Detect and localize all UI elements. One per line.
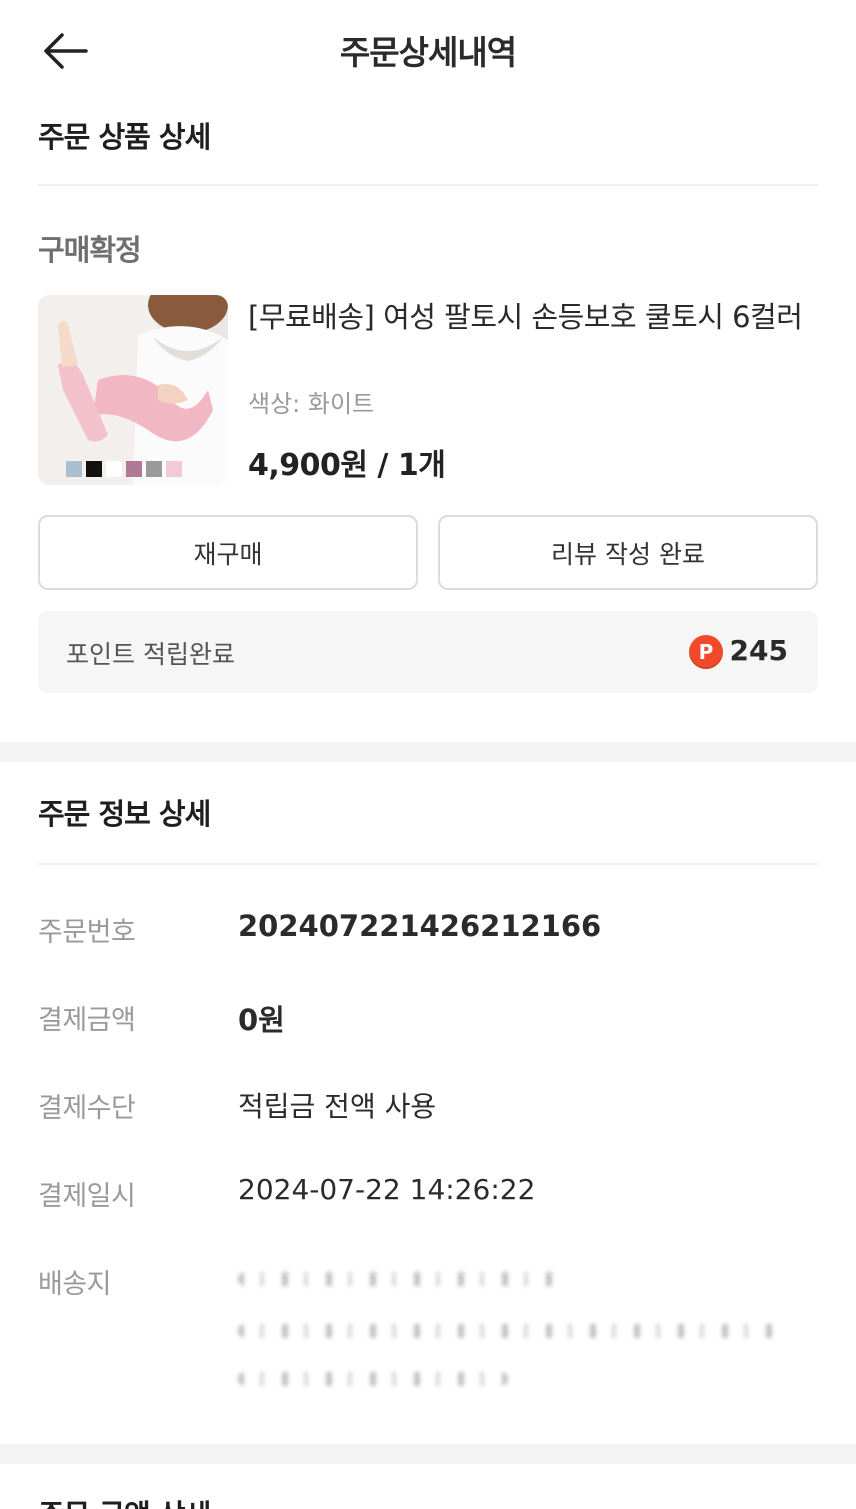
product-name[interactable]: [무료배송] 여성 팔토시 손등보호 쿨토시 6컬러: [248, 296, 808, 339]
product-option: 색상: 화이트: [248, 390, 375, 418]
payment-amount-value: 0원: [238, 1003, 285, 1037]
order-amount-title: 주문 금액 상세: [38, 1492, 211, 1509]
product-price-quantity: 4,900원 / 1개: [248, 448, 446, 483]
shipping-address-label: 배송지: [38, 1269, 112, 1300]
redacted-address-line: [238, 1372, 508, 1386]
order-info-title: 주문 정보 상세: [38, 797, 211, 831]
review-complete-button[interactable]: 리뷰 작성 완료: [438, 515, 818, 590]
section-separator: [0, 742, 856, 762]
payment-date-label: 결제일시: [38, 1181, 136, 1212]
redacted-address-line: [238, 1272, 568, 1286]
points-label: 포인트 적립완료: [66, 640, 235, 669]
product-thumbnail[interactable]: [38, 295, 228, 485]
color-swatches: [66, 461, 182, 477]
swatch-icon: [86, 461, 102, 477]
points-value: 245: [729, 634, 788, 667]
order-status: 구매확정: [38, 233, 142, 267]
rebuy-button[interactable]: 재구매: [38, 515, 418, 590]
payment-method-label: 결제수단: [38, 1093, 136, 1124]
swatch-icon: [126, 461, 142, 477]
order-number-value: 20240722142621​2166: [238, 909, 602, 943]
payment-date-value: 2024-07-22 14:26:22: [238, 1173, 536, 1206]
swatch-icon: [146, 461, 162, 477]
points-summary: 포인트 적립완료 P 245: [38, 611, 818, 693]
section-separator: [0, 1444, 856, 1464]
payment-amount-label: 결제금액: [38, 1005, 136, 1036]
payment-method-value: 적립금 전액 사용: [238, 1090, 437, 1123]
swatch-icon: [166, 461, 182, 477]
section-divider: [38, 863, 818, 865]
swatch-icon: [66, 461, 82, 477]
product-section-title: 주문 상품 상세: [38, 120, 211, 154]
order-number-label: 주문번호: [38, 917, 136, 948]
swatch-icon: [106, 461, 122, 477]
section-divider: [38, 184, 818, 186]
product-image: [38, 295, 228, 485]
page-title: 주문상세내역: [339, 33, 517, 72]
redacted-address-line: [238, 1324, 783, 1338]
point-icon: P: [689, 635, 723, 669]
top-app-bar: 주문상세내역: [0, 0, 856, 100]
